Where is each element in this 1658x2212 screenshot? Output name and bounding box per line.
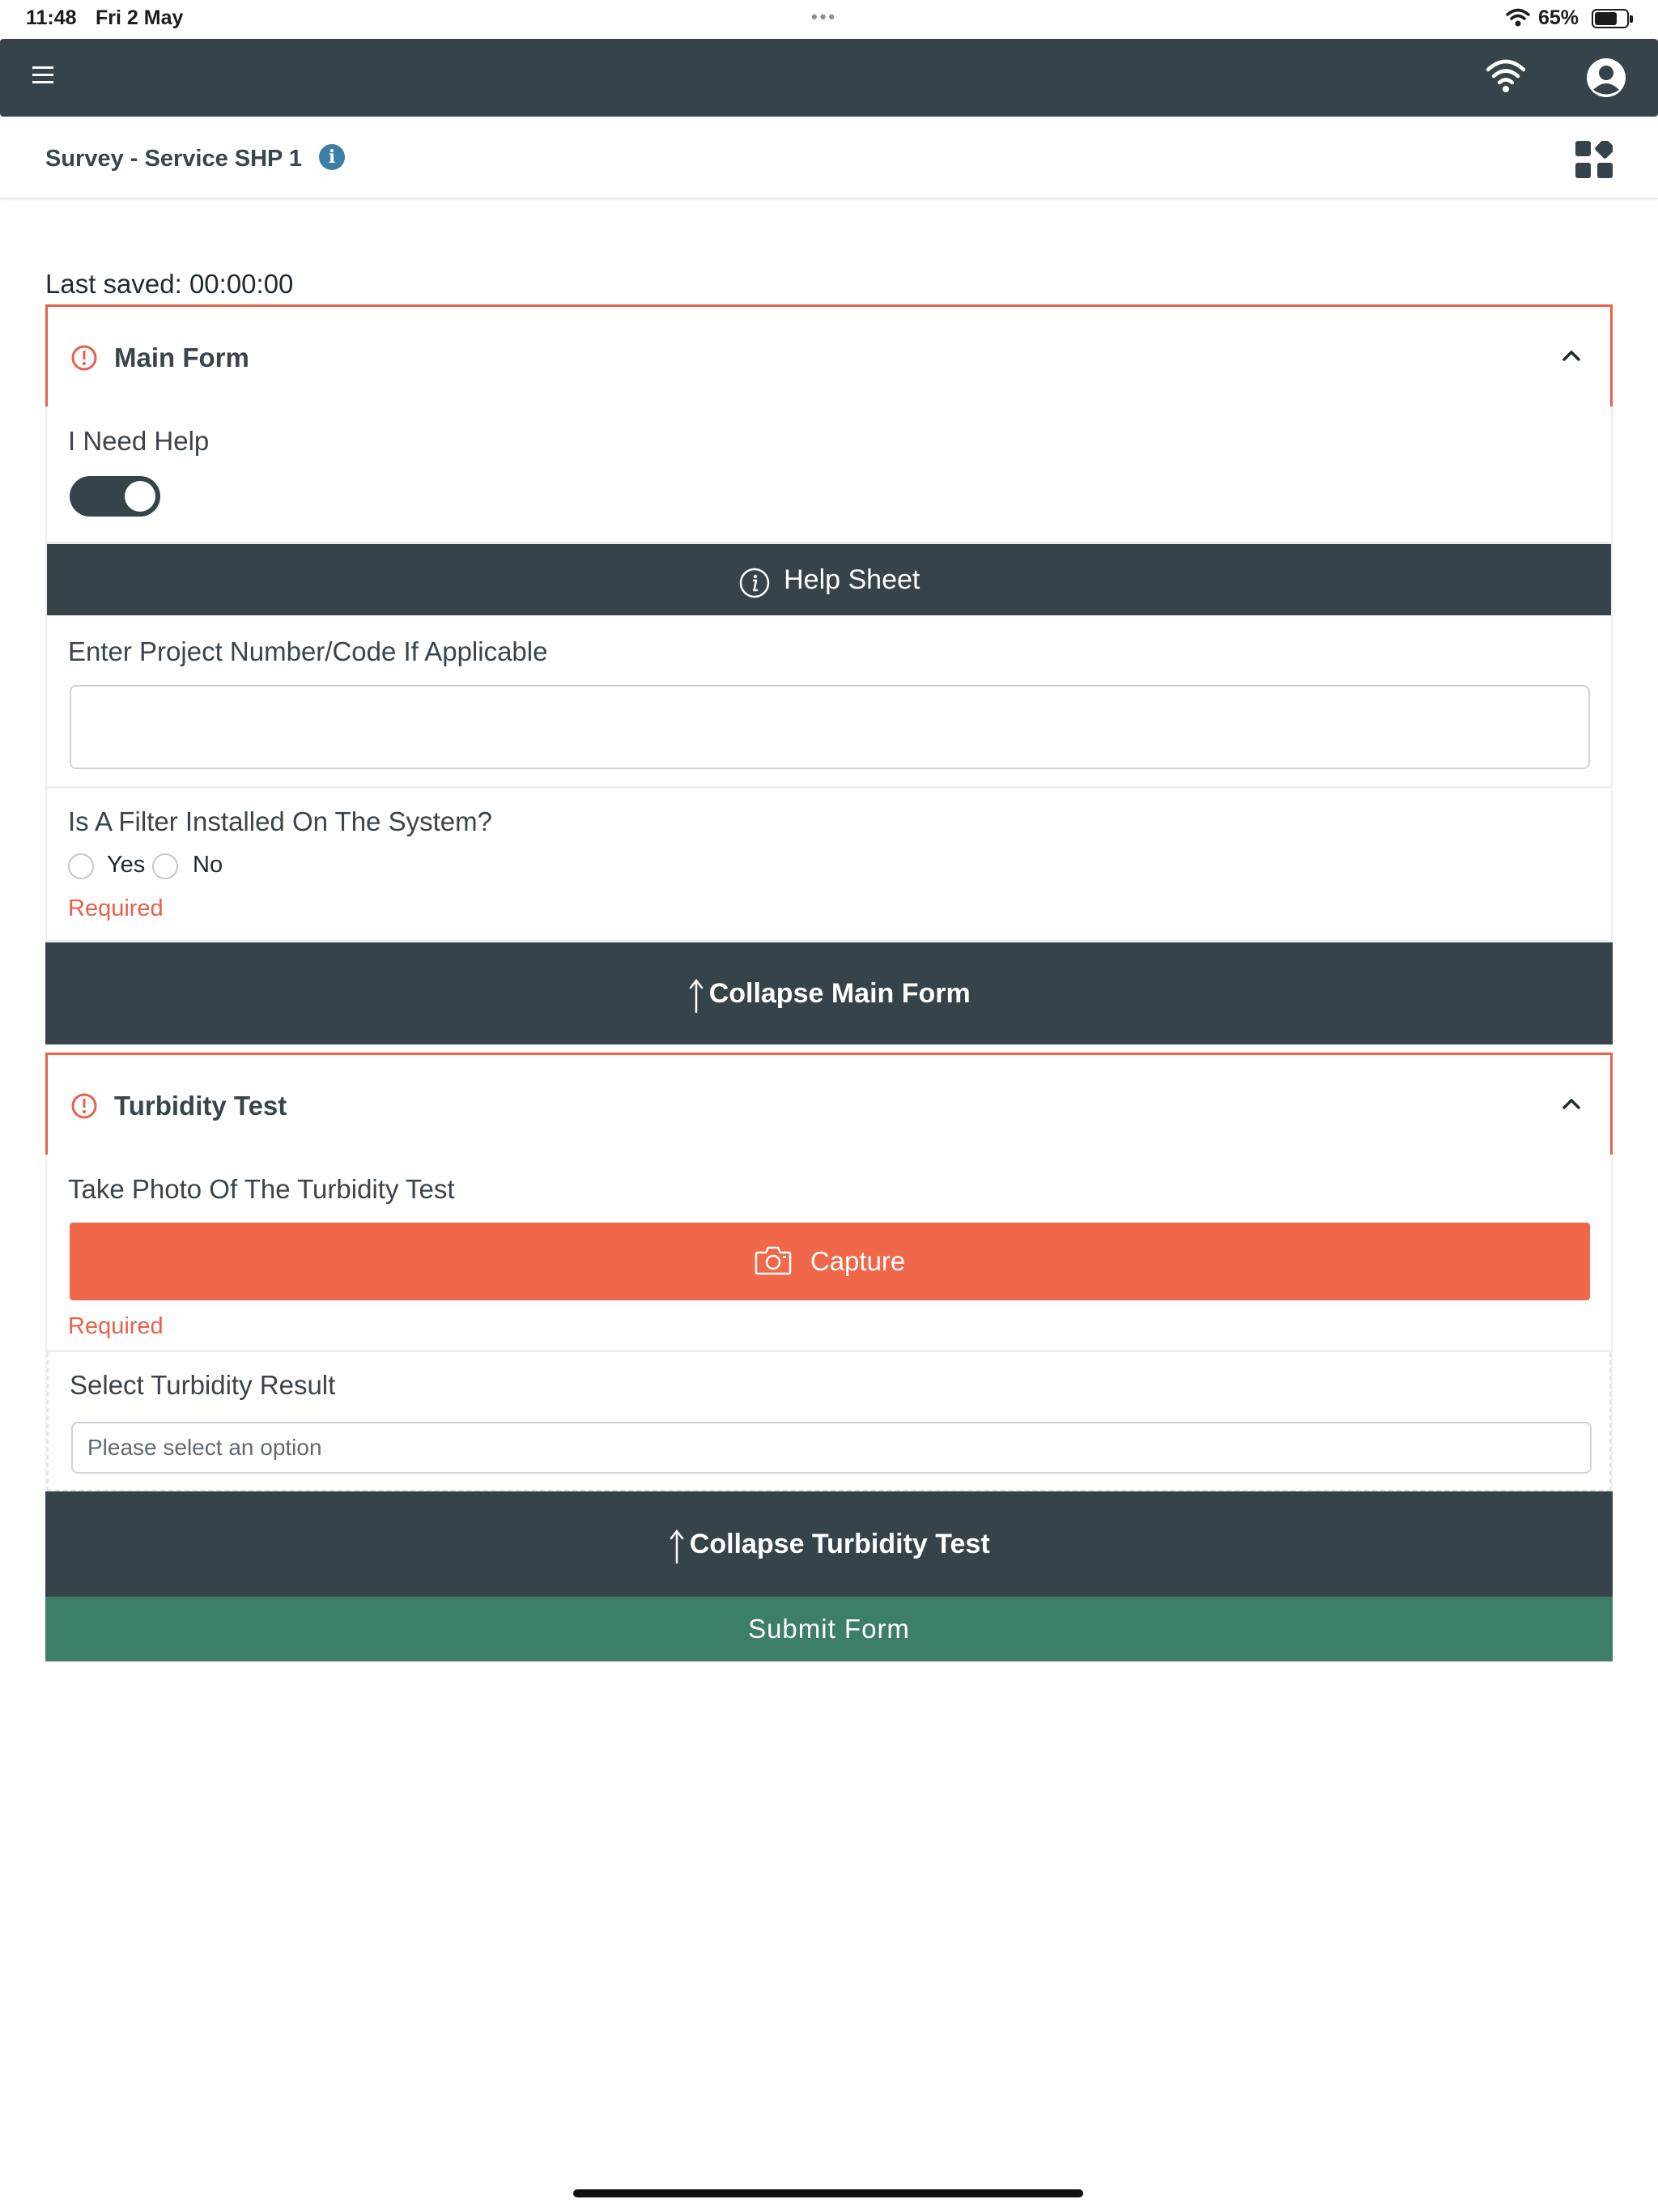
project-number-label: Enter Project Number/Code If Applicable <box>68 636 548 666</box>
turbidity-result-select[interactable]: Please select an option <box>71 1422 1592 1474</box>
chevron-up-icon[interactable] <box>1562 349 1581 362</box>
turbidity-test-header[interactable]: Turbidity Test <box>45 1053 1613 1155</box>
last-saved-text: Last saved: 00:00:00 <box>45 269 294 299</box>
warning-icon <box>71 345 97 371</box>
main-form-header[interactable]: Main Form <box>45 304 1613 406</box>
help-sheet-label: Help Sheet <box>784 564 920 595</box>
warning-icon <box>71 1093 97 1119</box>
capture-label: Capture <box>810 1246 906 1276</box>
multitask-dots-icon[interactable]: ••• <box>811 6 837 28</box>
wifi-icon[interactable] <box>1485 58 1527 94</box>
turbidity-test-section: Turbidity Test Take Photo Of The Turbidi… <box>45 1053 1613 1597</box>
status-time: 11:48 <box>26 6 77 29</box>
battery-percentage: 65% <box>1538 6 1579 29</box>
filter-no-radio[interactable] <box>152 853 178 879</box>
main-form-title: Main Form <box>114 342 249 372</box>
info-icon[interactable]: i <box>319 144 345 170</box>
need-help-label: I Need Help <box>68 426 210 456</box>
apps-grid-icon[interactable] <box>1575 141 1613 178</box>
photo-required-text: Required <box>68 1313 164 1339</box>
turbidity-result-label: Select Turbidity Result <box>70 1370 336 1400</box>
filter-no-label[interactable]: No <box>193 852 223 878</box>
filter-installed-field: Is A Filter Installed On The System? Yes… <box>47 789 1611 942</box>
help-sheet-button[interactable]: Help Sheet <box>47 544 1611 615</box>
page-header: Survey - Service SHP 1 i <box>0 117 1658 199</box>
page-title: Survey - Service SHP 1 <box>45 146 303 172</box>
project-number-field: Enter Project Number/Code If Applicable <box>47 615 1611 789</box>
need-help-field: I Need Help <box>47 406 1611 544</box>
status-wifi-icon <box>1506 8 1530 27</box>
submit-form-button[interactable]: Submit Form <box>45 1597 1613 1661</box>
user-account-icon[interactable] <box>1585 57 1627 99</box>
need-help-toggle[interactable] <box>70 476 160 517</box>
status-bar: 11:48 Fri 2 May ••• 65% <box>0 0 1658 39</box>
turbidity-result-field: Select Turbidity Result Please select an… <box>47 1352 1611 1491</box>
top-navbar <box>0 39 1658 117</box>
turbidity-photo-label: Take Photo Of The Turbidity Test <box>68 1174 455 1204</box>
camera-icon <box>755 1247 791 1275</box>
filter-installed-label: Is A Filter Installed On The System? <box>68 806 492 836</box>
collapse-main-form-button[interactable]: Collapse Main Form <box>45 942 1613 1044</box>
turbidity-test-body: Take Photo Of The Turbidity Test Capture… <box>45 1155 1613 1491</box>
arrow-up-icon <box>689 978 704 1014</box>
collapse-main-form-label: Collapse Main Form <box>708 978 971 1009</box>
filter-required-text: Required <box>68 895 164 921</box>
turbidity-test-title: Turbidity Test <box>114 1091 287 1121</box>
turbidity-photo-field: Take Photo Of The Turbidity Test Capture… <box>47 1155 1611 1352</box>
main-form-body: I Need Help Help Sheet Enter Project Num… <box>45 406 1613 942</box>
project-number-input[interactable] <box>70 685 1590 769</box>
filter-yes-label[interactable]: Yes <box>107 852 145 878</box>
status-date: Fri 2 May <box>96 6 184 29</box>
hamburger-menu-icon[interactable] <box>32 66 53 86</box>
battery-icon <box>1592 9 1633 28</box>
collapse-turbidity-test-button[interactable]: Collapse Turbidity Test <box>45 1491 1613 1597</box>
info-circle-icon <box>739 568 769 598</box>
collapse-turbidity-test-label: Collapse Turbidity Test <box>689 1529 990 1559</box>
main-form-section: Main Form I Need Help Help Sheet Enter P… <box>45 304 1613 1044</box>
chevron-up-icon[interactable] <box>1562 1097 1581 1110</box>
home-indicator[interactable] <box>573 2189 1083 2197</box>
arrow-up-icon <box>670 1529 684 1564</box>
capture-button[interactable]: Capture <box>70 1223 1590 1300</box>
filter-yes-radio[interactable] <box>68 853 94 879</box>
